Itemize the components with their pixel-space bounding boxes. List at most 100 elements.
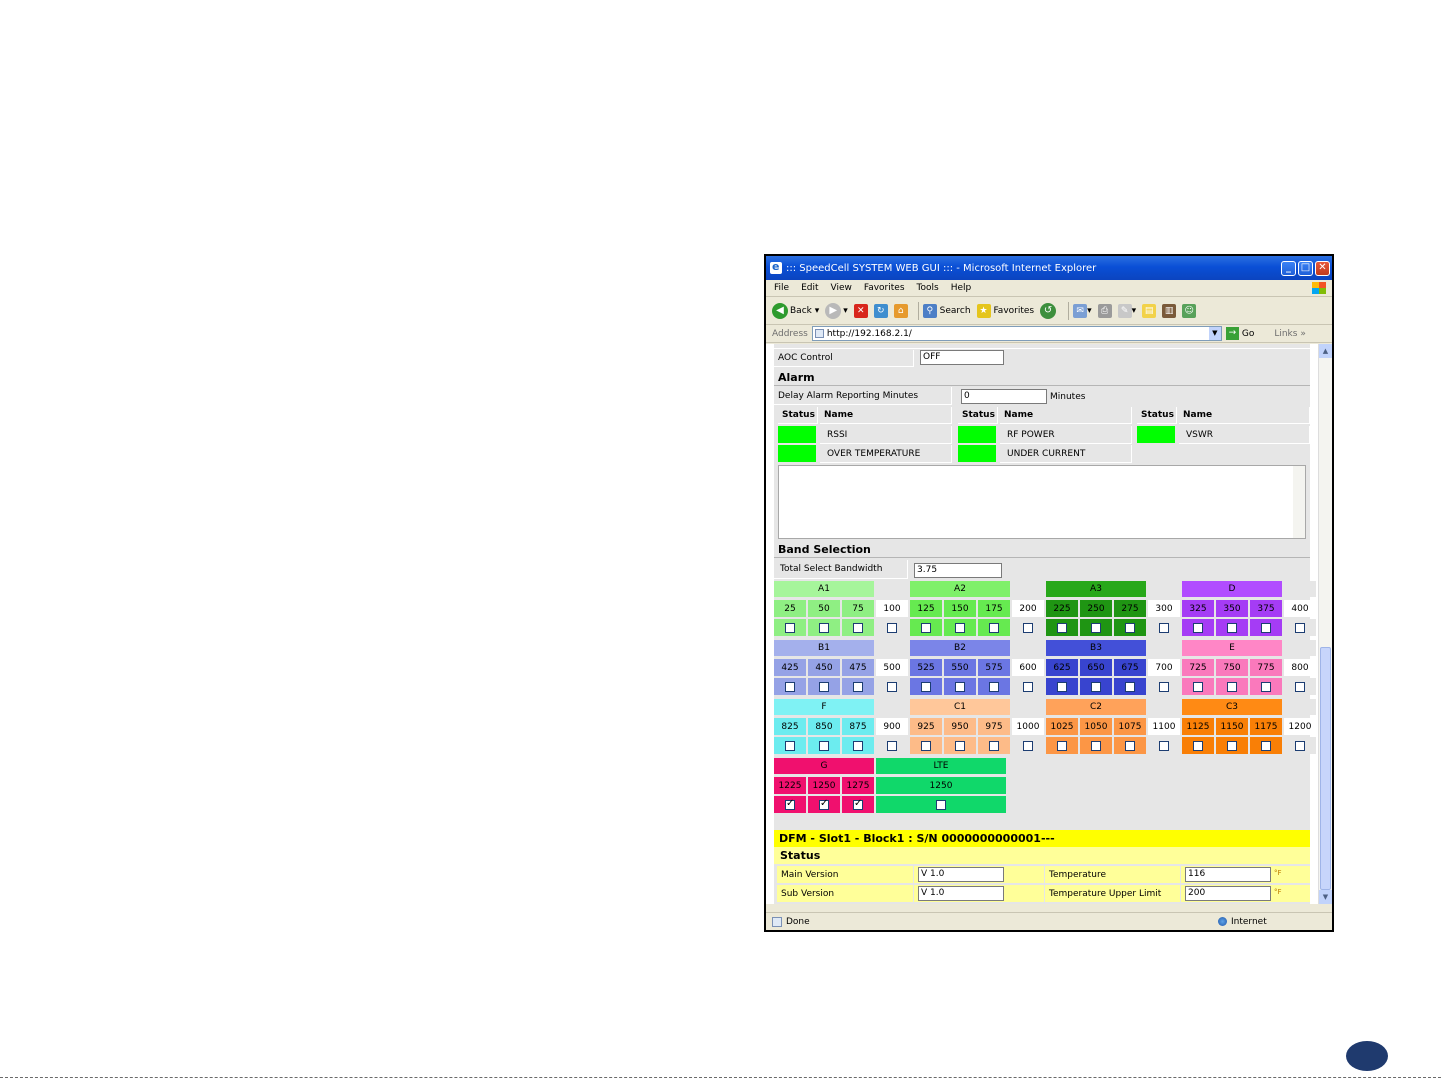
band-checkbox-775[interactable]	[1261, 681, 1271, 692]
discuss-icon: ▤	[1142, 303, 1157, 318]
search-button[interactable]: ⚲ Search	[922, 303, 971, 318]
band-checkbox-275[interactable]	[1125, 622, 1135, 633]
band-checkbox-100[interactable]	[887, 622, 897, 633]
band-checkbox-75[interactable]	[853, 622, 863, 633]
band-checkbox-25[interactable]	[785, 622, 795, 633]
go-button[interactable]: → Go	[1225, 327, 1254, 340]
scroll-up-icon[interactable]: ▲	[1319, 344, 1332, 358]
band-checkbox-975[interactable]	[989, 740, 999, 751]
band-checkbox-700[interactable]	[1159, 681, 1169, 692]
edit-button[interactable]: ✎ ▾	[1117, 303, 1136, 318]
links-button[interactable]: Links »	[1274, 329, 1306, 339]
band-checkbox-cell	[1148, 737, 1180, 754]
band-checkbox-1025[interactable]	[1057, 740, 1067, 751]
address-dropdown-icon[interactable]: ▼	[1208, 327, 1221, 340]
band-checkbox-1050[interactable]	[1091, 740, 1101, 751]
band-checkbox-150[interactable]	[955, 622, 965, 633]
band-checkbox-825[interactable]	[785, 740, 795, 751]
band-checkbox-250[interactable]	[1091, 622, 1101, 633]
band-checkbox-50[interactable]	[819, 622, 829, 633]
band-checkbox-725[interactable]	[1193, 681, 1203, 692]
band-checkbox-950[interactable]	[955, 740, 965, 751]
aoc-control-field[interactable]: OFF	[920, 350, 1004, 365]
band-checkbox-1150[interactable]	[1227, 740, 1237, 751]
band-checkbox-125[interactable]	[921, 622, 931, 633]
textarea-scrollbar[interactable]	[1293, 466, 1305, 538]
band-value-cell: 125	[910, 600, 942, 617]
mail-button[interactable]: ✉ ▾	[1073, 303, 1092, 318]
page-scrollbar[interactable]: ▲ ▼	[1318, 344, 1332, 904]
band-checkbox-925[interactable]	[921, 740, 931, 751]
band-checkbox-350[interactable]	[1227, 622, 1237, 633]
menu-edit[interactable]: Edit	[801, 283, 818, 293]
history-button[interactable]: ↺	[1040, 302, 1058, 319]
home-button[interactable]: ⌂	[893, 303, 908, 318]
favorites-button[interactable]: ★ Favorites	[976, 303, 1034, 318]
back-button[interactable]: ◀ Back ▾	[772, 302, 819, 319]
research-button[interactable]: ▥	[1162, 303, 1177, 318]
band-checkbox-625[interactable]	[1057, 681, 1067, 692]
band-checkbox-900[interactable]	[887, 740, 897, 751]
menu-view[interactable]: View	[831, 283, 852, 293]
band-checkbox-1125[interactable]	[1193, 740, 1203, 751]
temperature-field[interactable]: 116	[1185, 867, 1271, 882]
band-checkbox-375[interactable]	[1261, 622, 1271, 633]
address-input[interactable]: http://192.168.2.1/ ▼	[811, 326, 1222, 341]
band-checkbox-675[interactable]	[1125, 681, 1135, 692]
messenger-button[interactable]: ☺	[1182, 303, 1197, 318]
band-checkbox-1275[interactable]	[853, 798, 863, 810]
band-checkbox-175[interactable]	[989, 622, 999, 633]
refresh-button[interactable]: ↻	[873, 303, 888, 318]
band-checkbox-300[interactable]	[1159, 622, 1169, 633]
scroll-down-icon[interactable]: ▼	[1319, 890, 1332, 904]
band-checkbox-600[interactable]	[1023, 681, 1033, 692]
lte-checkbox[interactable]	[936, 799, 946, 810]
band-checkbox-550[interactable]	[955, 681, 965, 692]
band-checkbox-1225[interactable]	[785, 798, 795, 810]
discuss-button[interactable]: ▤	[1142, 303, 1157, 318]
band-checkbox-750[interactable]	[1227, 681, 1237, 692]
band-checkbox-500[interactable]	[887, 681, 897, 692]
band-checkbox-450[interactable]	[819, 681, 829, 692]
total-bandwidth-field[interactable]: 3.75	[914, 563, 1002, 578]
minimize-button[interactable]: _	[1281, 260, 1296, 276]
band-checkbox-325[interactable]	[1193, 622, 1203, 633]
alarm-log-textarea[interactable]	[778, 465, 1306, 539]
menu-help[interactable]: Help	[951, 283, 972, 293]
forward-button[interactable]: ▶ ▾	[825, 302, 848, 319]
band-checkbox-400[interactable]	[1295, 622, 1305, 633]
back-arrow-icon: ◀	[772, 302, 788, 319]
band-checkbox-800[interactable]	[1295, 681, 1305, 692]
scroll-thumb[interactable]	[1320, 647, 1331, 890]
band-checkbox-475[interactable]	[853, 681, 863, 692]
sub-version-field[interactable]: V 1.0	[918, 886, 1004, 901]
band-checkbox-850[interactable]	[819, 740, 829, 751]
band-checkbox-575[interactable]	[989, 681, 999, 692]
band-checkbox-1000[interactable]	[1023, 740, 1033, 751]
band-checkbox-875[interactable]	[853, 740, 863, 751]
band-checkbox-cell	[1250, 619, 1282, 636]
band-checkbox-1100[interactable]	[1159, 740, 1169, 751]
temperature-label: Temperature	[1045, 866, 1180, 883]
menu-favorites[interactable]: Favorites	[864, 283, 905, 293]
temperature-limit-field[interactable]: 200	[1185, 886, 1271, 901]
band-checkbox-650[interactable]	[1091, 681, 1101, 692]
print-button[interactable]: ⎙	[1097, 303, 1112, 318]
band-checkbox-cell	[1046, 619, 1078, 636]
band-checkbox-425[interactable]	[785, 681, 795, 692]
band-checkbox-1075[interactable]	[1125, 740, 1135, 751]
band-checkbox-200[interactable]	[1023, 622, 1033, 633]
close-button[interactable]: ✕	[1315, 260, 1330, 276]
band-checkbox-cell	[1012, 678, 1044, 695]
band-checkbox-525[interactable]	[921, 681, 931, 692]
band-checkbox-1250[interactable]	[819, 798, 829, 810]
main-version-field[interactable]: V 1.0	[918, 867, 1004, 882]
maximize-button[interactable]: □	[1298, 260, 1313, 276]
stop-button[interactable]: ✕	[853, 303, 868, 318]
band-checkbox-1175[interactable]	[1261, 740, 1271, 751]
band-checkbox-225[interactable]	[1057, 622, 1067, 633]
menu-file[interactable]: File	[774, 283, 789, 293]
delay-alarm-input[interactable]: 0	[961, 389, 1047, 404]
menu-tools[interactable]: Tools	[917, 283, 939, 293]
band-checkbox-1200[interactable]	[1295, 740, 1305, 751]
